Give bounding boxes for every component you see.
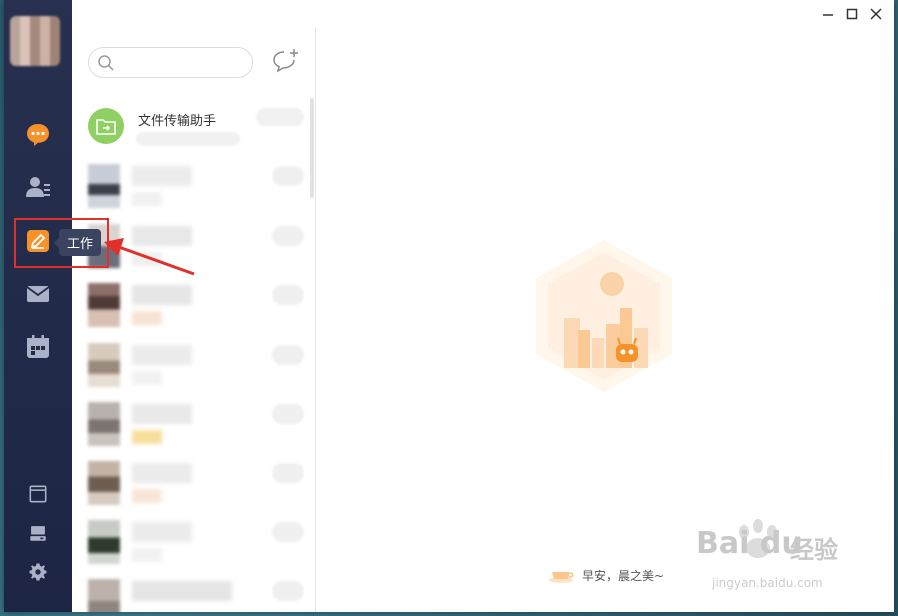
greeting: 早安，晨之美~ — [548, 566, 664, 584]
left-nav — [4, 0, 72, 612]
watermark-brand: Bai du — [696, 526, 803, 561]
new-chat-icon[interactable] — [270, 46, 300, 76]
tooltip: 工作 — [54, 229, 101, 256]
calendar-icon[interactable] — [24, 333, 52, 361]
list-item-name: 文件传输助手 — [138, 114, 217, 129]
maximize-icon[interactable] — [844, 6, 860, 22]
list-item[interactable] — [88, 579, 304, 612]
cup-icon — [549, 572, 574, 583]
watermark-url: jingyan.baidu.com — [712, 576, 823, 590]
window-icon[interactable] — [24, 480, 52, 508]
watermark-brand-cn: 经验 — [790, 536, 838, 564]
chat-bubble-icon[interactable] — [24, 120, 52, 148]
list-item-file-transfer[interactable]: 文件传输助手 — [88, 108, 304, 158]
contacts-icon[interactable] — [24, 173, 52, 201]
watermark-logo: Bai du 经验 jingyan.baidu.com — [690, 518, 870, 598]
search-icon — [98, 55, 114, 71]
avatar[interactable] — [10, 16, 60, 66]
list-item[interactable] — [88, 520, 304, 576]
greeting-text: 早安，晨之美~ — [582, 568, 665, 583]
close-icon[interactable] — [868, 6, 884, 22]
red-arrow-icon — [104, 238, 195, 276]
city-robot-illustration — [536, 240, 672, 392]
folder-transfer-icon — [88, 108, 124, 144]
mail-icon[interactable] — [24, 280, 52, 308]
device-icon[interactable] — [24, 519, 52, 547]
titlebar — [72, 0, 894, 28]
list-item[interactable] — [88, 343, 304, 399]
list-item[interactable] — [88, 283, 304, 339]
list-item[interactable] — [88, 402, 304, 458]
list-item[interactable] — [88, 164, 304, 220]
search-input[interactable] — [88, 47, 253, 78]
minimize-icon[interactable] — [820, 6, 836, 22]
list-item-preview — [136, 132, 240, 146]
scrollbar[interactable] — [310, 98, 314, 198]
gear-icon[interactable] — [24, 558, 52, 586]
list-item[interactable] — [88, 461, 304, 517]
list-item-time — [256, 108, 304, 126]
conversation-list: 文件传输助手 — [72, 28, 316, 612]
